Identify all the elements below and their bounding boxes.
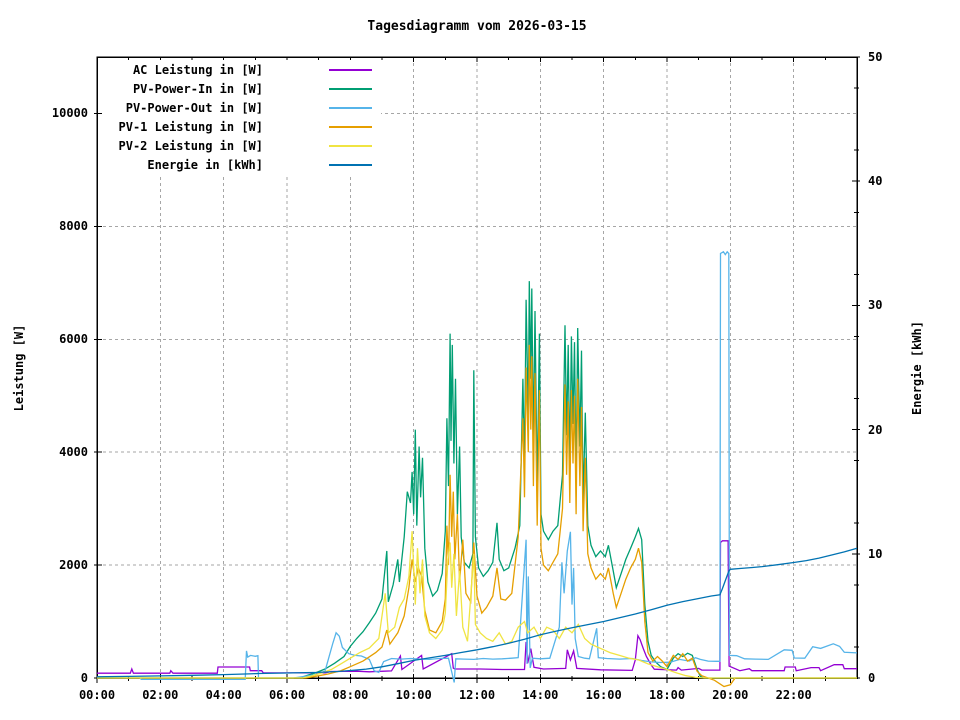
x-tick-label: 14:00	[508, 688, 572, 702]
y-right-tick-label: 40	[868, 174, 916, 188]
legend-item-label: Energie in [kWh]	[103, 158, 263, 172]
legend-item: AC Leistung in [W]	[103, 60, 381, 79]
x-tick-label: 08:00	[318, 688, 382, 702]
legend-item-label: PV-Power-Out in [W]	[103, 101, 263, 115]
legend-item: Energie in [kWh]	[103, 155, 381, 174]
legend-item: PV-Power-In in [W]	[103, 79, 381, 98]
daily-pv-chart: Tagesdiagramm vom 2026-03-15 Leistung [W…	[0, 0, 960, 720]
y-axis-left-label: Leistung [W]	[12, 313, 26, 423]
legend-item-label: PV-2 Leistung in [W]	[103, 139, 263, 153]
x-tick-label: 04:00	[192, 688, 256, 702]
x-tick-label: 18:00	[635, 688, 699, 702]
x-tick-label: 20:00	[698, 688, 762, 702]
x-tick-label: 12:00	[445, 688, 509, 702]
y-left-tick-label: 10000	[8, 106, 88, 120]
x-tick-label: 06:00	[255, 688, 319, 702]
legend-item: PV-1 Leistung in [W]	[103, 117, 381, 136]
y-left-tick-label: 6000	[8, 332, 88, 346]
legend: AC Leistung in [W] PV-Power-In in [W] PV-P…	[103, 60, 381, 174]
legend-item: PV-Power-Out in [W]	[103, 98, 381, 117]
legend-line-sample-green	[329, 88, 372, 90]
y-left-tick-label: 0	[8, 671, 88, 685]
legend-line-sample-orange	[329, 126, 372, 128]
legend-line-sample-yellow	[329, 145, 372, 147]
y-right-tick-label: 30	[868, 298, 916, 312]
legend-item: PV-2 Leistung in [W]	[103, 136, 381, 155]
y-right-tick-label: 50	[868, 50, 916, 64]
x-tick-label: 00:00	[65, 688, 129, 702]
legend-line-sample-skyblue	[329, 107, 372, 109]
legend-line-sample-purple	[329, 69, 372, 71]
x-tick-label: 16:00	[572, 688, 636, 702]
y-left-tick-label: 4000	[8, 445, 88, 459]
chart-title: Tagesdiagramm vom 2026-03-15	[97, 20, 857, 34]
y-right-tick-label: 10	[868, 547, 916, 561]
y-left-tick-label: 8000	[8, 219, 88, 233]
x-tick-label: 10:00	[382, 688, 446, 702]
legend-item-label: PV-Power-In in [W]	[103, 82, 263, 96]
x-tick-label: 02:00	[128, 688, 192, 702]
x-tick-label: 22:00	[762, 688, 826, 702]
y-axis-right-label: Energie [kWh]	[910, 313, 924, 423]
y-right-tick-label: 20	[868, 423, 916, 437]
legend-item-label: AC Leistung in [W]	[103, 63, 263, 77]
y-left-tick-label: 2000	[8, 558, 88, 572]
legend-line-sample-blue	[329, 164, 372, 166]
legend-item-label: PV-1 Leistung in [W]	[103, 120, 263, 134]
y-right-tick-label: 0	[868, 671, 916, 685]
